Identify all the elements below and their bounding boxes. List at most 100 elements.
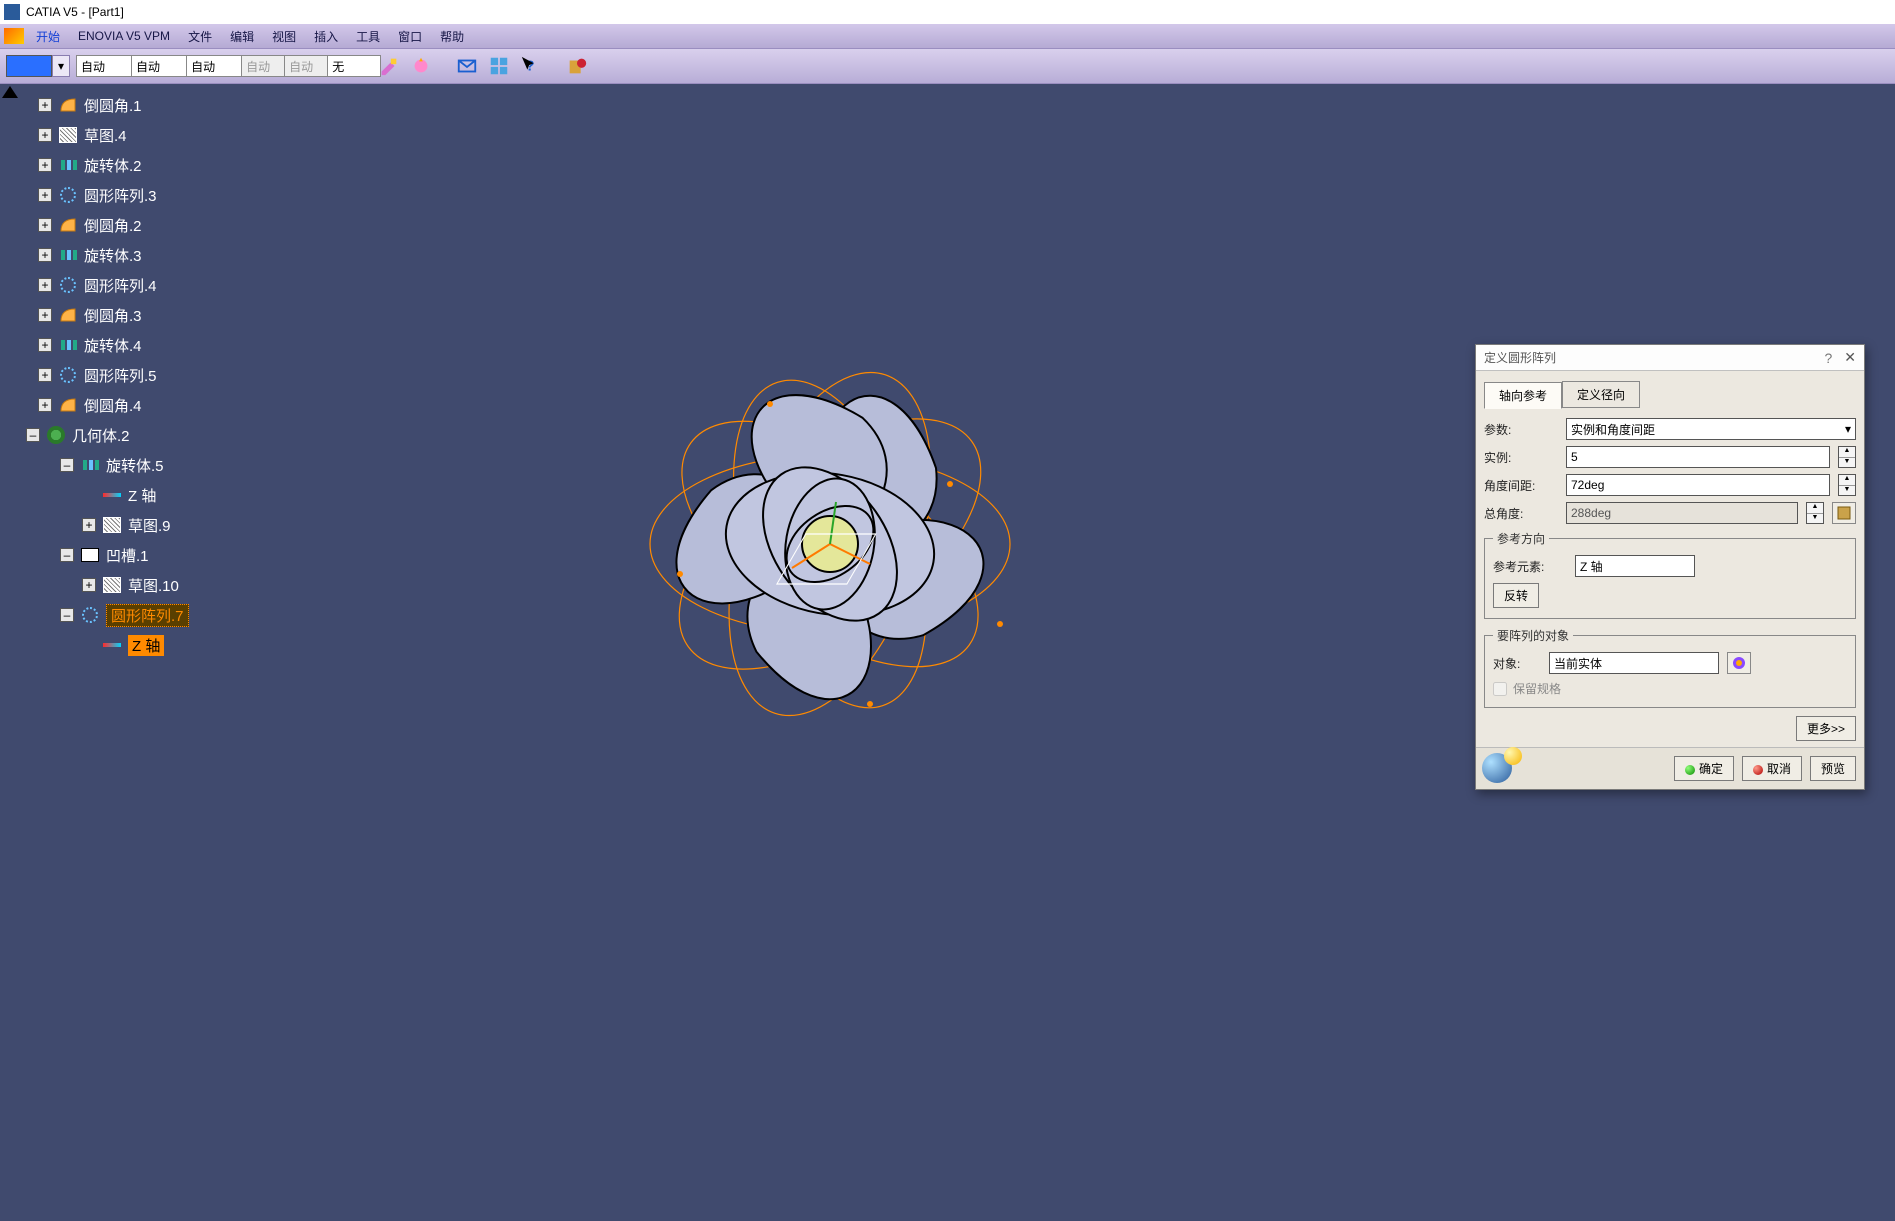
transparency-combo[interactable]: 自动▾ [76, 55, 125, 77]
angular-spacing-spinner[interactable]: ▲▼ [1838, 474, 1856, 496]
tab-crown-definition[interactable]: 定义径向 [1562, 381, 1640, 408]
tree-node[interactable]: +草图.9 [20, 510, 270, 540]
tree-node[interactable]: –凹槽.1 [20, 540, 270, 570]
total-angle-formula-icon[interactable] [1832, 502, 1856, 524]
close-icon[interactable]: ✕ [1844, 349, 1856, 366]
object-label: 对象: [1493, 655, 1541, 672]
circ-icon [58, 186, 78, 204]
layer-combo[interactable]: 无▾ [327, 55, 370, 77]
instances-spinner[interactable]: ▲▼ [1838, 446, 1856, 468]
help-icon[interactable]: ? [1824, 350, 1832, 366]
tree-node[interactable]: +草图.4 [20, 120, 270, 150]
line-type-combo[interactable]: 自动▾ [186, 55, 235, 77]
tree-toggle-icon[interactable]: + [82, 578, 96, 592]
fill-color-combo[interactable]: ▾ [6, 55, 70, 77]
tree-toggle-icon[interactable]: – [60, 608, 74, 622]
material-library-icon[interactable] [564, 53, 590, 79]
preview-button[interactable]: 预览 [1810, 756, 1856, 781]
more-button[interactable]: 更多>> [1796, 716, 1856, 741]
menu-start[interactable]: 开始 [28, 26, 68, 47]
tree-node-label: 旋转体.5 [106, 455, 164, 476]
tree-toggle-icon[interactable]: + [82, 518, 96, 532]
fillet-icon [58, 396, 78, 414]
tree-toggle-icon[interactable]: + [38, 398, 52, 412]
tree-node[interactable]: +倒圆角.3 [20, 300, 270, 330]
3d-viewport[interactable]: 定义圆形阵列 ? ✕ 轴向参考 定义径向 参数: 实例和角度间距▾ 实例: 5 … [270, 84, 1895, 1221]
tree-toggle-icon[interactable]: + [38, 158, 52, 172]
line-weight-combo[interactable]: 自动▾ [131, 55, 180, 77]
menu-file[interactable]: 文件 [180, 26, 220, 47]
dialog-title-bar[interactable]: 定义圆形阵列 ? ✕ [1476, 345, 1864, 371]
tree-node[interactable]: +倒圆角.2 [20, 210, 270, 240]
specification-tree[interactable]: +倒圆角.1+草图.4+旋转体.2+圆形阵列.3+倒圆角.2+旋转体.3+圆形阵… [20, 84, 270, 1221]
total-angle-input: 288deg [1566, 502, 1798, 524]
sketch-icon [102, 576, 122, 594]
tree-node-label: 旋转体.2 [84, 155, 142, 176]
envelope-icon[interactable] [454, 53, 480, 79]
tree-node[interactable]: +圆形阵列.5 [20, 360, 270, 390]
tab-axial-reference[interactable]: 轴向参考 [1484, 382, 1562, 409]
sun-icon [1504, 747, 1522, 765]
tree-toggle-icon[interactable]: + [38, 128, 52, 142]
tree-toggle-icon[interactable]: + [38, 308, 52, 322]
tree-toggle-icon[interactable]: + [38, 278, 52, 292]
triangle-up-icon[interactable] [2, 86, 18, 98]
tree-toggle-icon[interactable]: + [38, 218, 52, 232]
reverse-button[interactable]: 反转 [1493, 583, 1539, 608]
chevron-down-icon[interactable]: ▾ [52, 55, 70, 77]
tree-toggle-icon[interactable]: + [38, 368, 52, 382]
cancel-button[interactable]: 取消 [1742, 756, 1802, 781]
tree-toggle-icon[interactable]: – [60, 548, 74, 562]
tree-node[interactable]: +圆形阵列.4 [20, 270, 270, 300]
object-selector-icon[interactable] [1727, 652, 1751, 674]
menu-enovia[interactable]: ENOVIA V5 VPM [70, 27, 178, 45]
tree-node[interactable]: –几何体.2 [20, 420, 270, 450]
keep-specifications-checkbox[interactable]: 保留规格 [1493, 680, 1847, 697]
tree-node[interactable]: Z 轴 [20, 480, 270, 510]
reference-direction-group: 参考方向 参考元素: Z 轴 反转 [1484, 530, 1856, 619]
instances-input[interactable]: 5 [1566, 446, 1830, 468]
menu-view[interactable]: 视图 [264, 26, 304, 47]
menu-edit[interactable]: 编辑 [222, 26, 262, 47]
app-icon [4, 4, 20, 20]
color-swatch-icon [6, 55, 52, 77]
pocket-icon [80, 546, 100, 564]
tree-node[interactable]: – 旋转体.5 [20, 450, 270, 480]
menu-window[interactable]: 窗口 [390, 26, 430, 47]
tree-node-label: 圆形阵列.7 [106, 604, 189, 627]
tree-node[interactable]: +草图.10 [20, 570, 270, 600]
tree-node[interactable]: + 旋转体.2 [20, 150, 270, 180]
tree-node[interactable]: + 旋转体.3 [20, 240, 270, 270]
tree-toggle-icon[interactable]: + [38, 248, 52, 262]
menu-insert[interactable]: 插入 [306, 26, 346, 47]
tree-toggle-icon[interactable]: + [38, 98, 52, 112]
tree-toggle-icon[interactable]: + [38, 188, 52, 202]
menu-bar: 开始 ENOVIA V5 VPM 文件 编辑 视图 插入 工具 窗口 帮助 [0, 24, 1895, 48]
ok-button[interactable]: 确定 [1674, 756, 1734, 781]
tree-node[interactable]: +圆形阵列.3 [20, 180, 270, 210]
angular-spacing-input[interactable]: 72deg [1566, 474, 1830, 496]
tree-toggle-icon[interactable]: – [60, 458, 74, 472]
whats-this-icon[interactable]: ? [518, 53, 544, 79]
point-symbol-combo[interactable]: 自动▾ [241, 55, 278, 77]
menu-help[interactable]: 帮助 [432, 26, 472, 47]
tree-toggle-icon[interactable]: – [26, 428, 40, 442]
reference-element-label: 参考元素: [1493, 558, 1567, 575]
parameters-combo[interactable]: 实例和角度间距▾ [1566, 418, 1856, 440]
graphic-props-wizard-icon[interactable] [408, 53, 434, 79]
render-style-combo[interactable]: 自动▾ [284, 55, 321, 77]
axis-icon [102, 636, 122, 654]
tree-node[interactable]: +倒圆角.1 [20, 90, 270, 120]
total-angle-spinner[interactable]: ▲▼ [1806, 502, 1824, 524]
tree-node[interactable]: Z 轴 [20, 630, 270, 660]
tree-node[interactable]: – 圆形阵列.7 [20, 600, 270, 630]
tree-node-label: 旋转体.3 [84, 245, 142, 266]
catalog-icon[interactable] [486, 53, 512, 79]
menu-tools[interactable]: 工具 [348, 26, 388, 47]
reference-element-input[interactable]: Z 轴 [1575, 555, 1695, 577]
graphic-properties-toolbar: ▾ 自动▾ 自动▾ 自动▾ 自动▾ 自动▾ 无▾ ? [0, 48, 1895, 84]
tree-node[interactable]: +倒圆角.4 [20, 390, 270, 420]
tree-node[interactable]: +旋转体.4 [20, 330, 270, 360]
object-input[interactable]: 当前实体 [1549, 652, 1719, 674]
tree-toggle-icon[interactable]: + [38, 338, 52, 352]
